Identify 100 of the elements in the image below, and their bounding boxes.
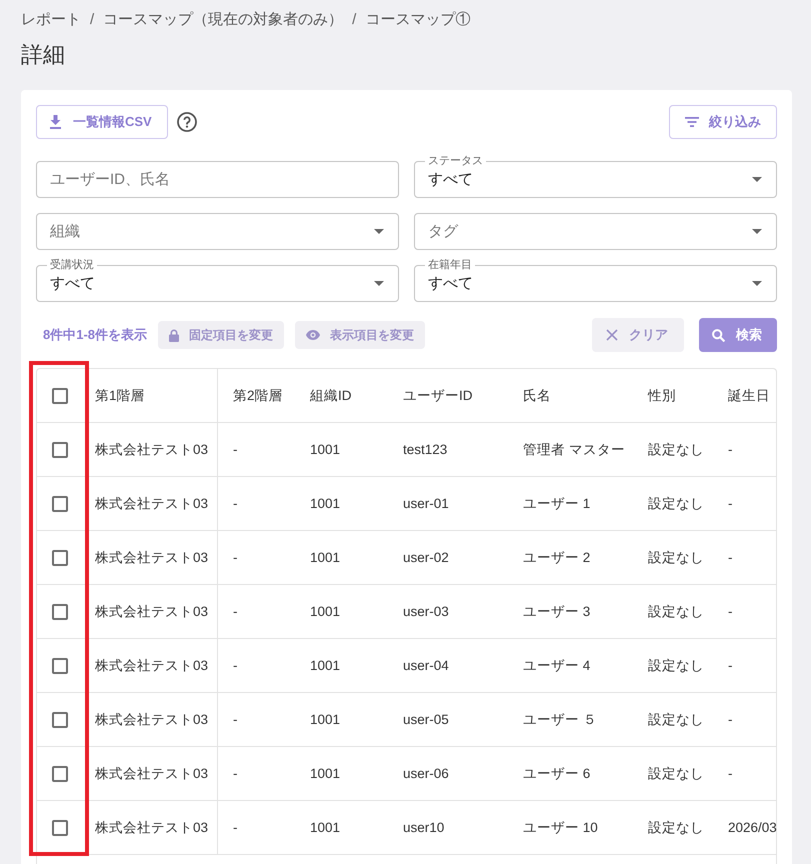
help-icon[interactable] <box>176 112 197 132</box>
download-icon <box>50 115 61 129</box>
table-cell-text: - <box>232 765 238 783</box>
table-cell-text: user-01 <box>402 495 450 513</box>
table-cell-text: 設定なし <box>647 440 705 458</box>
breadcrumb-separator: / <box>352 10 356 30</box>
breadcrumb-current: コースマップ① <box>365 10 470 30</box>
breadcrumb-link[interactable]: レポート <box>21 10 81 30</box>
table-cell-text: ユーザー 2 <box>522 548 592 566</box>
table-cell-text: 設定なし <box>647 494 705 512</box>
table-cell-text: - <box>727 765 734 783</box>
checkbox[interactable] <box>52 766 68 782</box>
table-cell-text: ユーザー 4 <box>522 656 592 674</box>
table-cell: 株式会社テスト03 <box>83 531 218 584</box>
breadcrumb-link[interactable]: コースマップ（現在の対象者のみ） <box>103 10 344 30</box>
table-cell-text: 設定なし <box>647 602 705 620</box>
column-header: 誕生日 <box>727 386 771 404</box>
table-cell-text: test123 <box>402 441 448 459</box>
clear-button[interactable]: クリア <box>592 318 684 352</box>
search-button[interactable]: 検索 <box>699 318 777 352</box>
table-cell-text: user-02 <box>402 549 450 567</box>
table-cell-text: 設定なし <box>647 818 705 836</box>
checkbox[interactable] <box>52 388 68 404</box>
table-cell-text: user10 <box>402 819 446 837</box>
select-field[interactable]: タグ <box>414 213 777 250</box>
table-cell-text: 設定なし <box>647 656 705 674</box>
column-header: 組織ID <box>309 386 352 404</box>
table-cell-text: 2026/03 <box>727 819 776 837</box>
table-cell-text: - <box>727 549 734 567</box>
search-icon <box>712 328 725 342</box>
checkbox[interactable] <box>52 550 68 566</box>
table-cell-text: ユーザー 1 <box>522 494 592 512</box>
caret-icon <box>374 229 384 234</box>
column-header: 氏名 <box>522 386 552 404</box>
table-cell-text: user-06 <box>402 765 450 783</box>
lock-icon <box>169 328 180 342</box>
table-cell-text: - <box>727 441 734 459</box>
column-header: 第1階層 <box>83 369 218 422</box>
table-cell-text: 1001 <box>309 495 342 513</box>
table-cell-text: user-03 <box>402 603 450 621</box>
table-cell-text: ユーザー 3 <box>522 602 592 620</box>
table-cell-text: - <box>232 549 238 567</box>
table-cell: 株式会社テスト03 <box>83 747 218 800</box>
caret-icon <box>752 229 762 234</box>
table-cell-text: - <box>727 711 734 729</box>
filter-button[interactable]: 絞り込み <box>669 105 777 139</box>
table-cell-text: - <box>727 657 734 675</box>
table-cell-text: ユーザー 6 <box>522 764 592 782</box>
checkbox[interactable] <box>52 820 68 836</box>
column-header: 性別 <box>646 386 677 404</box>
checkbox[interactable] <box>52 712 68 728</box>
visible-columns-button[interactable]: 表示項目を変更 <box>295 321 426 349</box>
select-field[interactable]: 組織 <box>36 213 399 250</box>
select-field[interactable]: 在籍年目 すべて <box>414 259 777 302</box>
table-cell-text: 1001 <box>309 765 342 783</box>
table-cell-text: 管理者 マスター <box>522 440 626 458</box>
table-cell-text: 1001 <box>309 603 342 621</box>
table-cell-text: 設定なし <box>647 764 705 782</box>
table-cell: 株式会社テスト03 <box>83 801 218 854</box>
fixed-columns-button[interactable]: 固定項目を変更 <box>158 321 284 349</box>
caret-icon <box>374 280 384 286</box>
table-cell: 株式会社テスト03 <box>83 639 218 692</box>
table-cell-text: - <box>232 819 238 837</box>
table-cell-text: - <box>232 441 238 459</box>
checkbox[interactable] <box>52 496 68 512</box>
result-count: 8件中1-8件を表示 <box>43 326 148 344</box>
table-cell-text: 設定なし <box>647 548 705 566</box>
select-field[interactable]: 受講状況 すべて <box>36 259 399 302</box>
table-cell-text: ユーザー 10 <box>522 818 599 836</box>
column-header: 第2階層 <box>232 386 284 404</box>
table-cell-text: 1001 <box>309 549 342 567</box>
checkbox[interactable] <box>52 604 68 620</box>
search-field[interactable]: ユーザーID、氏名 <box>36 161 399 198</box>
table-cell-text: - <box>232 603 238 621</box>
eye-icon <box>306 330 320 340</box>
checkbox[interactable] <box>52 658 68 674</box>
table-cell-text: - <box>232 711 238 729</box>
column-header: ユーザーID <box>402 386 474 404</box>
table-cell: 株式会社テスト03 <box>83 693 218 746</box>
close-icon <box>606 329 618 341</box>
table-cell-text: 1001 <box>309 657 342 675</box>
table-cell-text: - <box>727 495 734 513</box>
table-cell: 株式会社テスト03 <box>83 477 218 530</box>
filter-icon <box>685 117 699 127</box>
table-cell-text: 1001 <box>309 441 342 459</box>
table-cell-text: user-04 <box>402 657 450 675</box>
table-cell-text: 設定なし <box>647 710 705 728</box>
table-cell-text: - <box>232 657 238 675</box>
caret-icon <box>752 176 762 182</box>
table-cell: 株式会社テスト03 <box>83 585 218 638</box>
table-cell-text: - <box>727 603 734 621</box>
table-cell-text: - <box>232 495 238 513</box>
breadcrumb-separator: / <box>90 10 94 30</box>
csv-download-button[interactable]: 一覧情報CSV <box>36 105 168 139</box>
checkbox[interactable] <box>52 442 68 458</box>
table-cell-text: 1001 <box>309 711 342 729</box>
table-cell: 株式会社テスト03 <box>83 423 218 476</box>
select-field[interactable]: ステータス すべて <box>414 155 777 198</box>
table-cell-text: user-05 <box>402 711 450 729</box>
table-cell-text: 1001 <box>309 819 342 837</box>
